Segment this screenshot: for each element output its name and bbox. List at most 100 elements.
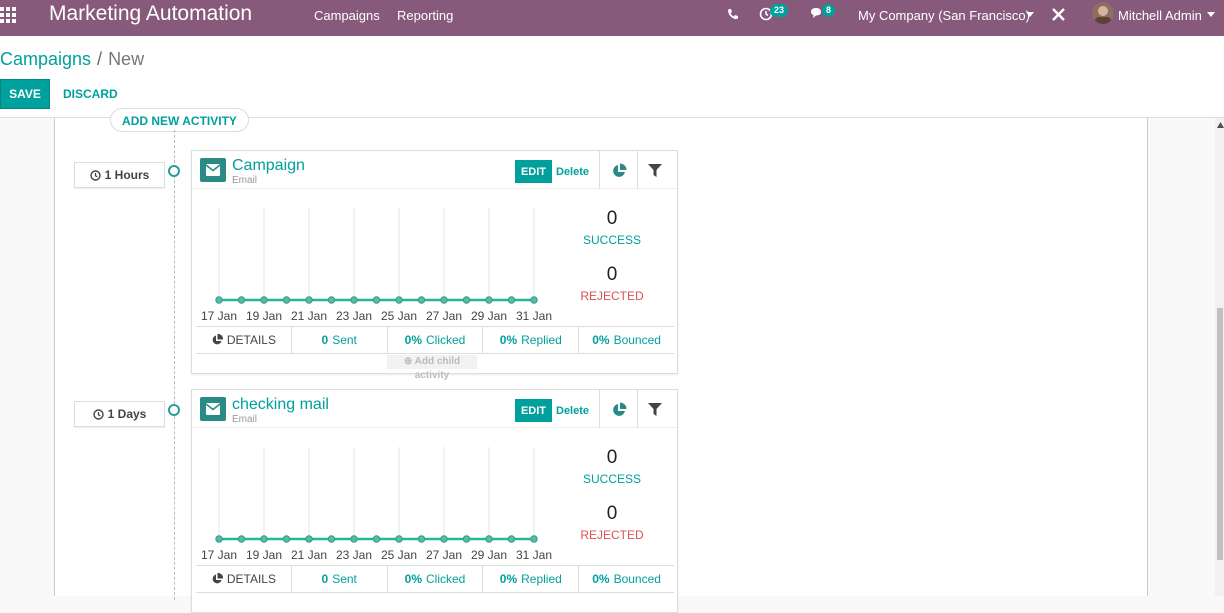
chart-x-tick-label: 25 Jan (381, 548, 417, 562)
chart-x-tick-label: 27 Jan (426, 309, 462, 323)
bounced-stat[interactable]: 0% Bounced (579, 566, 674, 592)
details-button[interactable]: DETAILS (196, 566, 292, 592)
menu-reporting[interactable]: Reporting (397, 8, 453, 23)
chart-x-tick-label: 23 Jan (336, 548, 372, 562)
breadcrumb-current: New (108, 49, 145, 69)
bounced-stat[interactable]: 0% Bounced (579, 327, 674, 353)
activity-header: checking mail Email EDIT Delete (192, 390, 677, 428)
workflow-timeline (174, 130, 175, 600)
chart-data-point (350, 535, 358, 543)
success-label[interactable]: SUCCESS (572, 233, 652, 247)
add-new-activity-button[interactable]: ADD NEW ACTIVITY (110, 108, 249, 132)
scrollbar-thumb[interactable] (1217, 308, 1223, 560)
breadcrumb-campaigns[interactable]: Campaigns (0, 49, 91, 69)
pie-chart-icon[interactable] (611, 163, 627, 179)
chart-data-point (327, 535, 336, 543)
replied-value: 0% (499, 333, 518, 347)
edit-button[interactable]: EDIT (515, 160, 552, 183)
user-menu[interactable]: Mitchell Admin (1118, 8, 1202, 23)
messages-count-badge: 8 (822, 4, 836, 17)
clicked-stat[interactable]: 0% Clicked (388, 566, 484, 592)
chart-data-point (507, 296, 516, 304)
app-brand[interactable]: Marketing Automation (49, 2, 252, 26)
chart-data-point (305, 296, 313, 304)
user-caret-icon (1207, 12, 1215, 17)
success-count: 0 (606, 208, 618, 229)
save-button[interactable]: SAVE (0, 79, 50, 109)
chart-data-point (462, 535, 471, 543)
chart-data-point (350, 296, 358, 304)
success-count: 0 (606, 447, 618, 468)
filter-icon[interactable] (648, 164, 662, 177)
replied-stat[interactable]: 0% Replied (483, 566, 580, 592)
delete-button[interactable]: Delete (556, 160, 589, 183)
chart-x-tick-label: 17 Jan (201, 548, 237, 562)
pie-chart-icon[interactable] (611, 402, 627, 418)
bounced-value: 0% (592, 333, 610, 347)
scroll-up-arrow-icon[interactable] (1217, 122, 1224, 128)
discard-button[interactable]: DISCARD (55, 79, 126, 109)
chart-x-tick-label: 31 Jan (516, 309, 552, 323)
bounced-label: Bounced (613, 572, 661, 586)
clicked-stat[interactable]: 0% Clicked (388, 327, 484, 353)
details-button[interactable]: DETAILS (196, 327, 292, 353)
chart-x-tick-label: 21 Jan (291, 548, 327, 562)
chart-data-point (282, 296, 291, 304)
chart-data-point (395, 296, 403, 304)
trigger-interval-label: 1 Days (107, 407, 147, 421)
trigger-interval: 1 Days (74, 401, 165, 427)
chart-x-tick-label: 17 Jan (201, 309, 237, 323)
chart-data-point (395, 535, 403, 543)
details-label: DETAILS (226, 333, 276, 347)
chart-x-tick-label: 19 Jan (246, 548, 282, 562)
bounced-value: 0% (592, 572, 610, 586)
replied-stat[interactable]: 0% Replied (483, 327, 580, 353)
chart-data-point (260, 296, 268, 304)
activity-title[interactable]: checking mail (232, 396, 329, 414)
chart-data-point (372, 296, 381, 304)
activity-type: Email (232, 414, 258, 425)
timeline-node (168, 165, 180, 177)
sent-stat[interactable]: 0 Sent (292, 327, 388, 353)
chart-data-point (462, 296, 471, 304)
user-avatar[interactable] (1092, 2, 1114, 24)
chart-data-point (530, 296, 538, 304)
header-divider (637, 390, 638, 428)
delete-button[interactable]: Delete (556, 399, 589, 422)
clicked-label: Clicked (425, 572, 466, 586)
sent-value: 0 (321, 572, 329, 586)
breadcrumb: Campaigns / New (0, 49, 144, 70)
menu-campaigns[interactable]: Campaigns (314, 8, 380, 23)
chart-x-tick-label: 21 Jan (291, 309, 327, 323)
rejected-label[interactable]: REJECTED (572, 528, 652, 542)
apps-menu-icon[interactable] (0, 7, 20, 27)
chart-x-tick-label: 31 Jan (516, 548, 552, 562)
chart-x-tick-label: 29 Jan (471, 548, 507, 562)
chart-data-point (215, 535, 223, 543)
chart-data-point (440, 296, 448, 304)
clock-icon (89, 169, 101, 181)
edit-button[interactable]: EDIT (515, 399, 552, 422)
pie-chart-icon (212, 334, 223, 345)
success-stat: 0 SUCCESS (572, 447, 652, 486)
chart-data-point (485, 535, 493, 543)
bounced-label: Bounced (613, 333, 661, 347)
add-child-activity-button[interactable]: ⊕ Add child activity (387, 355, 477, 381)
rejected-label[interactable]: REJECTED (572, 289, 652, 303)
details-label: DETAILS (226, 572, 276, 586)
phone-icon[interactable] (727, 8, 739, 20)
replied-label: Replied (521, 572, 562, 586)
replied-label: Replied (521, 333, 562, 347)
chart-data-point (485, 296, 493, 304)
success-label[interactable]: SUCCESS (572, 472, 652, 486)
company-switcher[interactable]: My Company (San Francisco) (858, 8, 1030, 23)
timeline-node (168, 404, 180, 416)
filter-icon[interactable] (648, 403, 662, 416)
chart-data-point (237, 535, 246, 543)
sent-stat[interactable]: 0 Sent (292, 566, 388, 592)
trigger-interval: 1 Hours (74, 162, 165, 188)
activity-title[interactable]: Campaign (232, 157, 305, 175)
debug-tools-icon[interactable] (1052, 8, 1065, 21)
chart-data-point (440, 535, 448, 543)
chart-data-point (215, 296, 223, 304)
